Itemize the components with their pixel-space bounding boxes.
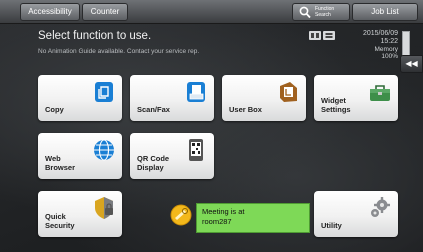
web-browser-label: Web Browser <box>45 154 76 172</box>
memory-label: Memory <box>374 46 398 53</box>
time-text: 15:22 <box>380 38 398 45</box>
animation-guide-message: No Animation Guide available. Contact yo… <box>38 48 200 55</box>
device-status-icons <box>309 31 335 40</box>
message-box[interactable]: Meeting is at room287 <box>196 203 310 233</box>
user-box-icon <box>280 82 297 102</box>
page-title: Select function to use. <box>38 30 152 42</box>
memory-value: 100% <box>381 53 398 60</box>
globe-icon <box>94 139 114 161</box>
utility-tile[interactable]: Utility <box>314 191 398 237</box>
quick-security-label: Quick Security <box>45 212 75 230</box>
scan-fax-icon <box>187 82 205 102</box>
widget-settings-tile[interactable]: Widget Settings <box>314 75 398 121</box>
memory-status: Memory 100% <box>338 46 398 60</box>
side-panel-tab[interactable]: ◀◀ <box>400 55 423 73</box>
job-list-button[interactable]: Job List <box>352 3 418 21</box>
copy-label: Copy <box>45 104 64 114</box>
date-time: 2015/06/09 15:22 <box>338 30 398 46</box>
utility-label: Utility <box>321 220 342 230</box>
qr-code-icon <box>189 139 203 161</box>
scan-fax-label: Scan/Fax <box>137 104 170 114</box>
copy-tile[interactable]: Copy <box>38 75 122 121</box>
quick-security-tile[interactable]: Quick Security <box>38 191 122 237</box>
user-box-tile[interactable]: User Box <box>222 75 306 121</box>
qr-code-display-label: QR Code Display <box>137 154 170 172</box>
function-search-label: Function Search <box>315 6 335 18</box>
qr-code-display-tile[interactable]: QR Code Display <box>130 133 214 179</box>
gear-icon <box>371 197 390 217</box>
message-key-icon <box>170 204 192 226</box>
accessibility-button[interactable]: Accessibility <box>20 3 80 21</box>
control-panel-screen: Accessibility Counter Function Search Jo… <box>0 0 423 252</box>
user-box-label: User Box <box>229 104 262 114</box>
toolbox-icon <box>370 85 390 101</box>
counter-button[interactable]: Counter <box>82 3 128 21</box>
web-browser-tile[interactable]: Web Browser <box>38 133 122 179</box>
scan-fax-tile[interactable]: Scan/Fax <box>130 75 214 121</box>
date-text: 2015/06/09 <box>362 30 398 37</box>
search-icon <box>299 6 311 19</box>
copy-icon <box>95 82 113 102</box>
function-search-button[interactable]: Function Search <box>292 3 350 21</box>
top-bar: Accessibility Counter Function Search Jo… <box>0 0 423 24</box>
widget-settings-label: Widget Settings <box>321 96 351 114</box>
shield-lock-icon <box>95 197 113 219</box>
